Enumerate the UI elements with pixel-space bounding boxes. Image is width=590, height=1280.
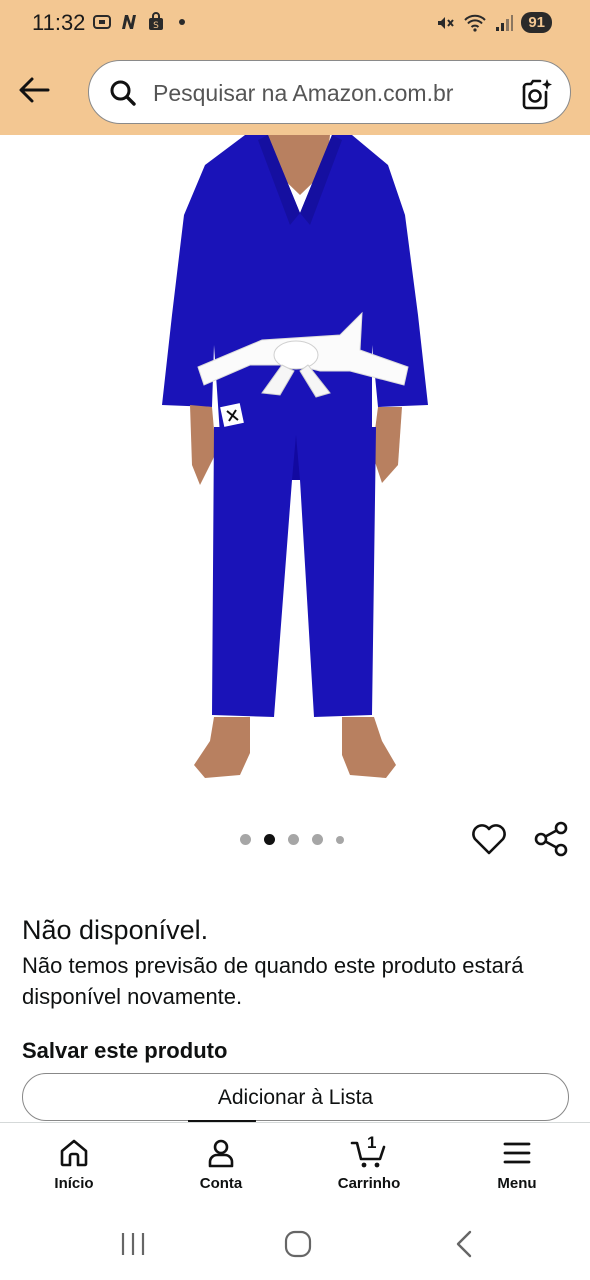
carousel-dot-active[interactable] — [264, 834, 275, 845]
add-to-list-button[interactable]: Adicionar à Lista — [22, 1073, 569, 1121]
nav-label: Carrinho — [337, 1175, 401, 1192]
carousel-dot[interactable] — [312, 834, 323, 845]
signal-icon — [496, 14, 514, 31]
netflix-n-icon — [122, 15, 136, 29]
availability-description: Não temos previsão de quando este produt… — [22, 953, 524, 1009]
svg-text:S: S — [153, 21, 159, 31]
image-carousel-indicator[interactable] — [240, 834, 344, 845]
heart-icon[interactable] — [470, 820, 508, 858]
product-image-gi[interactable] — [0, 135, 590, 805]
carousel-dot[interactable] — [288, 834, 299, 845]
recent-apps-icon[interactable] — [118, 1230, 148, 1258]
system-navigation-bar — [0, 1210, 590, 1280]
nav-label: Menu — [497, 1175, 537, 1192]
back-arrow-icon[interactable] — [16, 72, 52, 108]
nav-item-cart[interactable]: 1 Carrinho — [314, 1133, 424, 1192]
camera-search-icon[interactable] — [520, 77, 554, 111]
nav-item-menu[interactable]: Menu — [462, 1137, 572, 1192]
app-header: 11:32 S 91 — [0, 0, 590, 135]
save-product-heading: Salvar este produto — [22, 1038, 228, 1063]
home-button-icon[interactable] — [282, 1228, 314, 1260]
screen-record-icon — [93, 15, 111, 29]
search-bar[interactable] — [88, 60, 571, 124]
account-icon — [208, 1139, 234, 1168]
wifi-icon — [464, 14, 487, 32]
mute-icon — [438, 16, 455, 29]
bottom-navigation: Início Conta 1 Carrinho Menu — [0, 1122, 590, 1210]
carousel-dot[interactable] — [240, 834, 251, 845]
notification-icons: S — [92, 12, 185, 32]
search-icon — [110, 80, 136, 106]
status-time: 11:32 — [32, 10, 86, 35]
system-back-icon[interactable] — [450, 1228, 478, 1260]
menu-icon — [503, 1142, 531, 1164]
cart-count-badge: 1 — [367, 1133, 377, 1152]
nav-item-home[interactable]: Início — [19, 1137, 129, 1192]
nav-label: Conta — [199, 1175, 243, 1192]
carousel-dot[interactable] — [336, 835, 344, 844]
status-bar: 11:32 S 91 — [0, 0, 590, 48]
battery-indicator: 91 — [521, 12, 552, 33]
nav-label: Início — [54, 1175, 94, 1192]
more-notifications-dot — [179, 19, 185, 25]
system-status-icons: 91 — [435, 12, 552, 33]
share-icon[interactable] — [532, 820, 570, 858]
search-input[interactable] — [153, 77, 503, 109]
availability-status: Não disponível. — [22, 915, 209, 945]
shopping-bag-icon: S — [149, 12, 163, 31]
home-icon — [60, 1139, 88, 1167]
nav-item-account[interactable]: Conta — [166, 1137, 276, 1192]
